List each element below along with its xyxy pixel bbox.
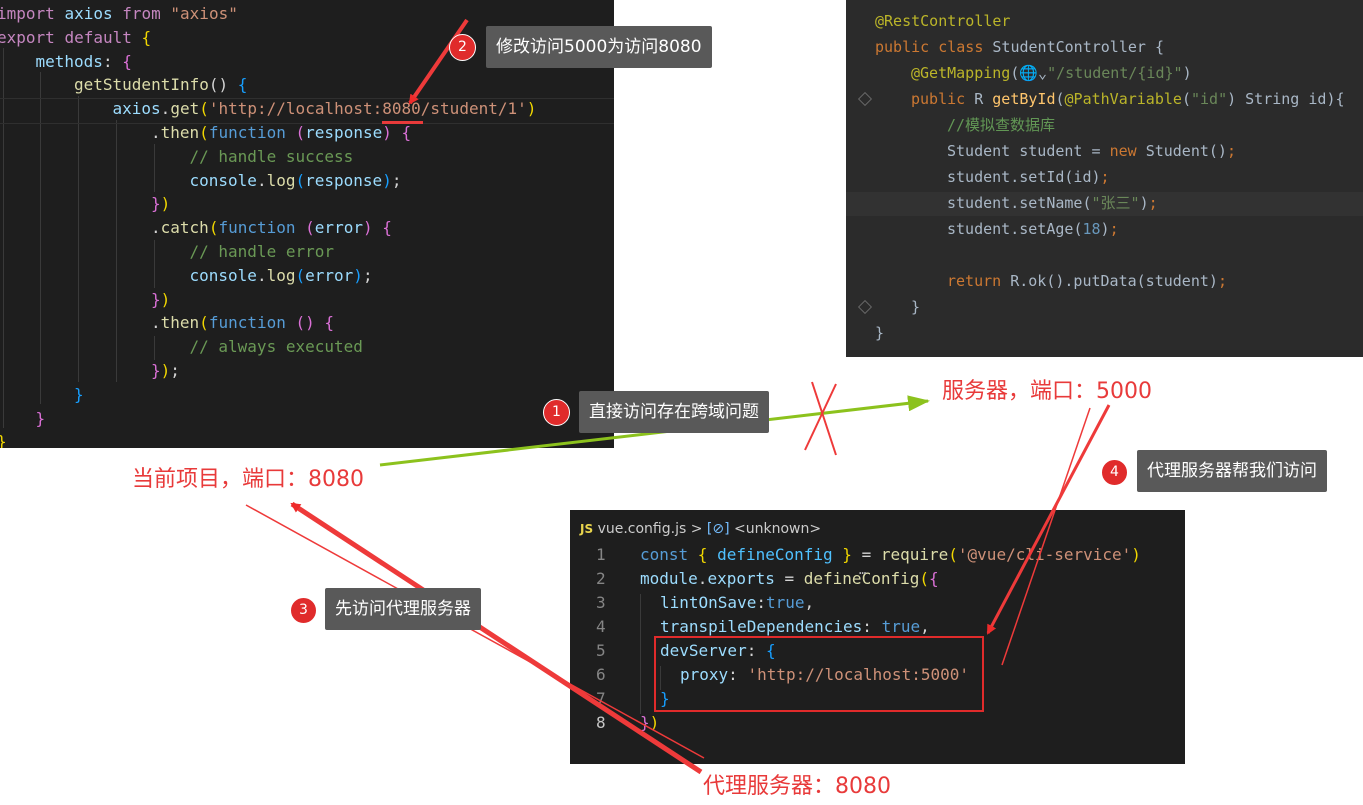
proxy-response-arrow [290, 501, 703, 775]
annotation-1-note: 直接访问存在跨域问题 [579, 391, 769, 433]
annotation-3-badge: 3 [290, 597, 317, 624]
proxy-server-label: 代理服务器：8080 [703, 774, 891, 799]
annotation-2-badge: 2 [449, 34, 476, 61]
annotation-2-arrow [408, 18, 469, 105]
server-response-arrow [986, 404, 1111, 635]
client-to-proxy-line [245, 504, 705, 759]
annotation-2-note: 修改访问5000为访问8080 [486, 26, 712, 68]
annotation-1-badge: 1 [543, 399, 570, 426]
current-project-label: 当前项目，端口：8080 [132, 467, 364, 492]
annotation-4-badge: 4 [1101, 459, 1128, 486]
proxy-to-server-line [1001, 407, 1091, 666]
server-label: 服务器，端口：5000 [942, 379, 1152, 404]
annotation-4-note: 代理服务器帮我们访问 [1137, 450, 1327, 492]
annotation-3-note: 先访问代理服务器 [325, 588, 481, 630]
